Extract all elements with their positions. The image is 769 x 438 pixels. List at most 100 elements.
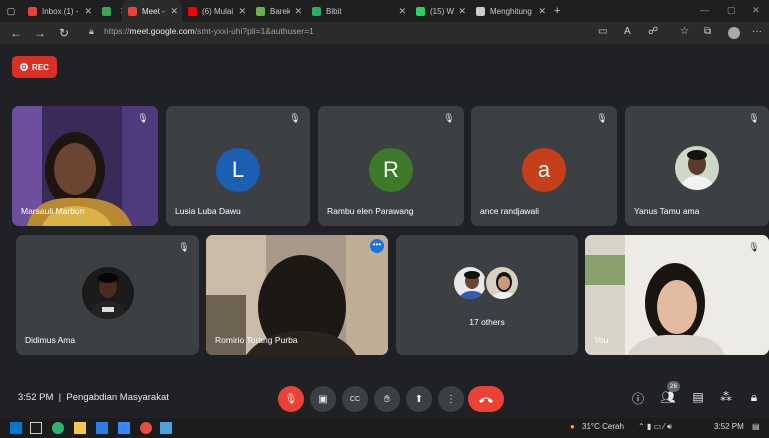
avatar xyxy=(452,265,488,301)
browser-tab[interactable]: ✕ xyxy=(96,0,122,22)
back-icon[interactable]: ← xyxy=(6,26,26,40)
chat-icon[interactable]: ▤ xyxy=(690,390,706,406)
microphone-toggle-button[interactable]: 🎙︎ xyxy=(278,386,304,412)
close-tab-icon[interactable]: ✕ xyxy=(84,6,92,17)
tab-label: Meet - Fr xyxy=(142,6,166,16)
app-icon[interactable] xyxy=(160,422,172,434)
chrome-icon[interactable] xyxy=(140,422,152,434)
address-bar: ← → ↻ 🔒︎ https://meet.google.com/smt-yxx… xyxy=(0,22,769,44)
browser-tab[interactable]: (6) Mulai Inve ✕ xyxy=(182,0,250,22)
mic-off-icon: 🎙︎ xyxy=(596,113,608,123)
lock-icon[interactable]: 🔒︎ xyxy=(89,26,94,37)
meeting-toolbar: 3:52 PM | Pengabdian Masyarakat 🎙︎ ▣ CC … xyxy=(0,380,769,416)
close-tab-icon[interactable]: ✕ xyxy=(170,6,178,17)
close-window-icon[interactable]: ✕ xyxy=(752,5,760,16)
store-icon[interactable] xyxy=(118,422,130,434)
browser-tab[interactable]: Meet - Fr ✕ xyxy=(122,0,182,22)
tab-label: Menghitung N xyxy=(490,6,534,16)
reload-icon[interactable]: ↻ xyxy=(54,26,74,40)
leave-call-button[interactable] xyxy=(468,386,504,412)
close-tab-icon[interactable]: ✕ xyxy=(538,6,546,17)
participant-tile[interactable]: ••• Romirio Torang Purba xyxy=(206,235,388,355)
close-tab-icon[interactable]: ✕ xyxy=(458,6,466,17)
participant-count-badge: 26 xyxy=(667,381,680,392)
end-call-icon xyxy=(479,397,493,403)
browser-tab[interactable]: Inbox (1) - no ✕ xyxy=(22,0,96,22)
camera-permission-icon[interactable]: ▭ xyxy=(598,26,607,37)
meeting-time: 3:52 PM | Pengabdian Masyarakat xyxy=(18,392,169,403)
tab-label: (15) WhatsApp xyxy=(430,6,454,16)
new-tab-button[interactable]: + xyxy=(554,5,560,17)
url-field[interactable]: https://meet.google.com/smt-yxxi-uhi?pli… xyxy=(104,26,314,36)
windows-taskbar: ● 31°C Cerah ⌃ ▮ ▭ ⁄ 🔊︎ 3:52 PM ▤ xyxy=(0,418,769,438)
participant-video-frame xyxy=(585,235,769,355)
present-button[interactable]: ⬆ xyxy=(406,386,432,412)
participant-name: Romirio Torang Purba xyxy=(215,335,298,345)
minimize-icon[interactable]: — xyxy=(700,5,709,15)
close-tab-icon[interactable]: ✕ xyxy=(294,6,302,17)
tracking-icon[interactable]: ☍ xyxy=(648,26,658,37)
tab-label: Inbox (1) - no xyxy=(42,6,80,16)
notification-icon[interactable]: ▤ xyxy=(752,422,760,431)
windows-start-icon[interactable] xyxy=(10,422,22,434)
participant-name: You xyxy=(594,335,609,345)
mail-icon[interactable] xyxy=(96,422,108,434)
more-menu-icon[interactable]: ··· xyxy=(752,26,762,37)
recording-label: REC xyxy=(32,62,49,72)
browser-tab[interactable]: Bareksa.com✕ xyxy=(250,0,306,22)
avatar xyxy=(675,146,719,190)
profile-icon[interactable] xyxy=(728,27,740,39)
tray-icons[interactable]: ⌃ ▮ ▭ ⁄ 🔊︎ xyxy=(638,422,672,432)
weather-icon[interactable]: ● xyxy=(570,422,575,431)
participant-tile[interactable]: 🎙︎ Yanus Tamu ama xyxy=(625,106,769,226)
mic-off-icon: 🎙︎ xyxy=(443,113,455,123)
favorites-icon[interactable]: ☆ xyxy=(680,26,689,37)
participant-tile[interactable]: 🎙︎ Marsauli Marbun xyxy=(12,106,158,226)
tab-label: Bareksa.com xyxy=(270,6,291,16)
forward-icon[interactable]: → xyxy=(30,26,50,40)
edge-icon[interactable] xyxy=(52,422,64,434)
bareksa-icon xyxy=(256,6,265,16)
read-aloud-icon[interactable]: A xyxy=(624,26,631,37)
weather-text[interactable]: 31°C Cerah xyxy=(582,422,624,431)
meeting-details-icon[interactable]: ⓘ xyxy=(630,390,646,406)
more-options-button[interactable]: ⋮ xyxy=(438,386,464,412)
browser-tab[interactable]: Bibit ✕ xyxy=(306,0,410,22)
recording-badge: REC xyxy=(12,56,57,78)
meet-icon xyxy=(128,6,137,16)
mic-off-icon: 🎙︎ xyxy=(137,113,149,123)
more-options-icon[interactable]: ••• xyxy=(370,239,384,253)
file-explorer-icon[interactable] xyxy=(74,422,86,434)
host-controls-icon[interactable]: 🔒︎ xyxy=(746,390,762,406)
browser-tab[interactable]: (15) WhatsApp ✕ xyxy=(410,0,470,22)
raise-hand-button[interactable]: ✋︎ xyxy=(374,386,400,412)
others-count: 17 others xyxy=(469,317,505,327)
chrome-icon xyxy=(102,6,111,16)
activities-icon[interactable]: ⁂ xyxy=(718,390,734,406)
whatsapp-icon xyxy=(416,6,425,16)
participant-name: ance randjawali xyxy=(480,206,540,216)
participant-tile[interactable]: 🎙︎ You xyxy=(585,235,769,355)
tab-actions-icon[interactable]: ▢ xyxy=(0,6,22,17)
clock[interactable]: 3:52 PM xyxy=(714,422,744,431)
participant-tile[interactable]: 🎙︎ R Rambu elen Parawang xyxy=(318,106,464,226)
youtube-icon xyxy=(188,6,197,16)
mic-off-icon: 🎙︎ xyxy=(748,113,760,123)
participant-tile[interactable]: 17 others xyxy=(396,235,578,355)
collections-icon[interactable]: ⧉ xyxy=(704,26,711,37)
camera-toggle-button[interactable]: ▣ xyxy=(310,386,336,412)
maximize-icon[interactable]: ▢ xyxy=(727,5,736,16)
close-tab-icon[interactable]: ✕ xyxy=(398,6,406,17)
participant-tile[interactable]: 🎙︎ a ance randjawali xyxy=(471,106,617,226)
avatar xyxy=(484,265,520,301)
task-view-icon[interactable] xyxy=(30,422,42,434)
avatar: a xyxy=(522,148,566,192)
participant-tile[interactable]: 🎙︎ Didimus Ama xyxy=(16,235,199,355)
close-tab-icon[interactable]: ✕ xyxy=(238,6,246,17)
browser-tab[interactable]: Menghitung N ✕ xyxy=(470,0,550,22)
people-icon[interactable]: 👥︎ xyxy=(660,390,676,406)
bibit-icon xyxy=(312,6,321,16)
captions-button[interactable]: CC xyxy=(342,386,368,412)
participant-tile[interactable]: 🎙︎ L Lusia Luba Dawu xyxy=(166,106,310,226)
participant-name: Didimus Ama xyxy=(25,335,76,345)
